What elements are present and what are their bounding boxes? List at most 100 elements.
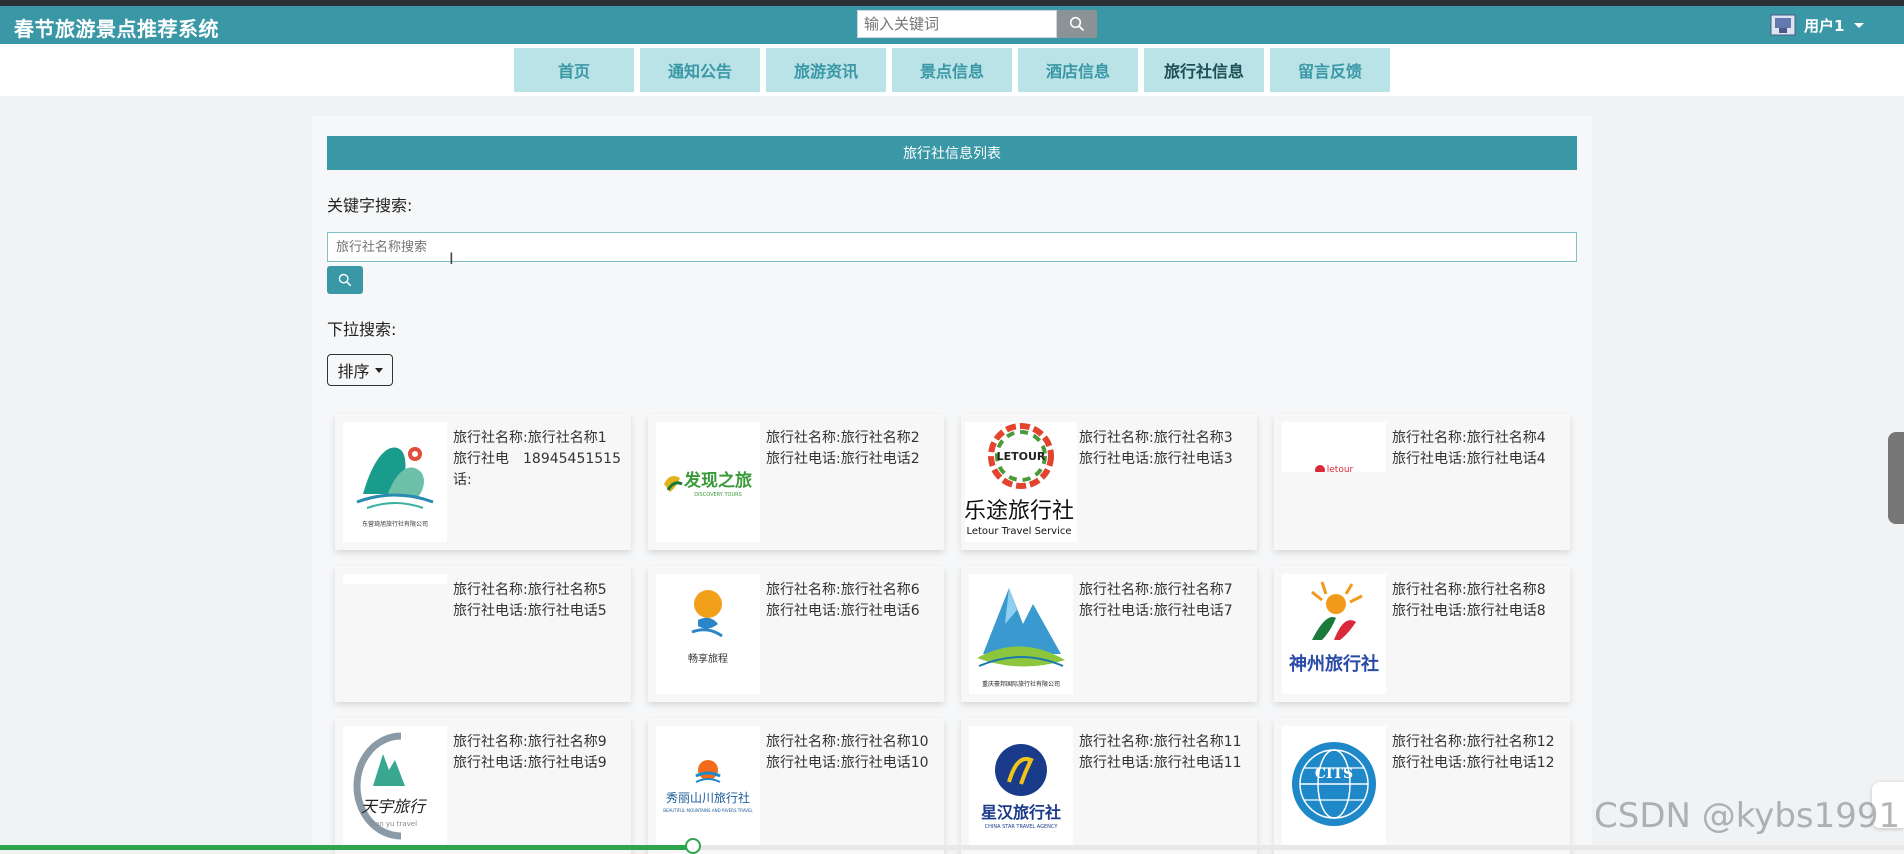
agency-phone: 旅行社电话4 xyxy=(1466,451,1546,467)
agency-name: 旅行社名称6 xyxy=(840,582,920,598)
nav-notices[interactable]: 通知公告 xyxy=(640,48,760,92)
search-button[interactable] xyxy=(327,266,363,294)
user-avatar-icon xyxy=(1770,14,1796,36)
user-menu[interactable]: 用户1 xyxy=(1770,11,1865,39)
agency-name-key: 旅行社名称: xyxy=(1079,430,1154,446)
app-title: 春节旅游景点推荐系统 xyxy=(14,17,219,41)
logo-caption: 东营琦旭旅行社有限公司 xyxy=(362,520,428,528)
agency-card[interactable]: letour 旅行社名称: 旅行社名称4 旅行社电话: 旅行社电话4 xyxy=(1274,414,1570,550)
agency-logo: LETOUR 乐途旅行社 Letour Travel Service xyxy=(965,422,1077,542)
sort-label: 排序 xyxy=(337,362,370,381)
agency-name-key: 旅行社名称: xyxy=(1392,582,1467,598)
agency-name: 旅行社名称12 xyxy=(1466,734,1555,750)
svg-text:DISCOVERY TOURS: DISCOVERY TOURS xyxy=(694,492,742,498)
svg-text:畅享旅程: 畅享旅程 xyxy=(688,652,728,665)
agency-name-key: 旅行社名称: xyxy=(1079,734,1154,750)
agency-card[interactable]: 重庆豪邦国际旅行社有限公司 旅行社名称: 旅行社名称7 旅行社电话: 旅行社电话7 xyxy=(961,566,1257,702)
agency-card[interactable]: 神州旅行社 旅行社名称: 旅行社名称8 旅行社电话: 旅行社电话8 xyxy=(1274,566,1570,702)
logo-caption: CITS xyxy=(1315,766,1353,782)
nav-travel-agencies[interactable]: 旅行社信息 xyxy=(1144,48,1264,92)
agency-name: 旅行社名称8 xyxy=(1466,582,1546,598)
agency-card[interactable]: 天宇旅行 Tian yu travel 旅行社名称: 旅行社名称9 旅行社电话: 旅… xyxy=(335,718,631,854)
svg-text:CHINA STAR TRAVEL AGENCY: CHINA STAR TRAVEL AGENCY xyxy=(985,824,1059,830)
agency-logo: 东营琦旭旅行社有限公司 xyxy=(343,422,447,542)
caret-down-icon xyxy=(374,367,383,373)
logo-caption: 神州旅行社 xyxy=(1289,653,1379,675)
agency-card[interactable]: 东营琦旭旅行社有限公司 旅行社名称: 旅行社名称1 旅行社电话: 189454515… xyxy=(335,414,631,550)
nav-hotels[interactable]: 酒店信息 xyxy=(1018,48,1138,92)
agency-logo: letour xyxy=(1282,422,1386,472)
agency-card[interactable]: LETOUR 乐途旅行社 Letour Travel Service 旅行社名称… xyxy=(961,414,1257,550)
sort-dropdown-button[interactable]: 排序 xyxy=(327,354,393,386)
dropdown-search-label: 下拉搜索: xyxy=(327,320,397,339)
agency-logo xyxy=(343,574,447,584)
agency-card[interactable]: 星汉旅行社 CHINA STAR TRAVEL AGENCY 旅行社名称: 旅行社… xyxy=(961,718,1257,854)
search-icon xyxy=(338,273,352,287)
agency-phone-key: 旅行社电话: xyxy=(1392,451,1467,467)
agency-phone: 18945451515 xyxy=(523,451,621,467)
agency-name-key: 旅行社名称: xyxy=(453,430,528,446)
agency-phone-key: 旅行社电话: xyxy=(766,755,841,771)
header-search-button[interactable] xyxy=(1057,10,1097,38)
agency-name-search-input[interactable] xyxy=(327,232,1577,262)
chevron-down-icon xyxy=(1854,22,1865,28)
agency-phone: 旅行社电话2 xyxy=(840,451,920,467)
agency-logo: 秀丽山川旅行社 BEAUTIFUL MOUNTAINS AND RIVERS T… xyxy=(656,726,760,846)
agency-phone-key: 旅行社电话: xyxy=(453,603,528,619)
watermark: CSDN @kybs1991 xyxy=(1594,796,1901,836)
agency-card[interactable]: 发现之旅 DISCOVERY TOURS 旅行社名称: 旅行社名称2 旅行社电话:… xyxy=(648,414,944,550)
svg-text:BEAUTIFUL MOUNTAINS AND RIVERS: BEAUTIFUL MOUNTAINS AND RIVERS TRAVEL xyxy=(663,808,753,813)
agency-phone: 旅行社电话10 xyxy=(840,755,929,771)
agency-logo: 天宇旅行 Tian yu travel xyxy=(343,726,447,846)
agency-logo: CITS xyxy=(1282,726,1386,846)
agency-name: 旅行社名称10 xyxy=(840,734,929,750)
nav-home[interactable]: 首页 xyxy=(514,48,634,92)
agency-phone: 旅行社电话5 xyxy=(527,603,607,619)
agency-card[interactable]: CITS 旅行社名称: 旅行社名称12 旅行社电话: 旅行社电话12 xyxy=(1274,718,1570,854)
agency-phone-key: 旅行社电话: xyxy=(453,755,528,771)
agency-phone-key: 旅行社电话: xyxy=(766,451,841,467)
agency-phone-key: 旅行社电话: xyxy=(1079,603,1154,619)
header-search-input[interactable] xyxy=(857,10,1057,38)
text-cursor-icon: I xyxy=(449,249,454,268)
agency-phone: 旅行社电话8 xyxy=(1466,603,1546,619)
agency-name-key: 旅行社名称: xyxy=(766,430,841,446)
side-drawer-toggle[interactable] xyxy=(1888,432,1904,524)
agency-name: 旅行社名称2 xyxy=(840,430,920,446)
agency-logo: 重庆豪邦国际旅行社有限公司 xyxy=(969,574,1073,694)
agency-card[interactable]: 畅享旅程 旅行社名称: 旅行社名称6 旅行社电话: 旅行社电话6 xyxy=(648,566,944,702)
agency-phone-key: 旅行社电话: xyxy=(766,603,841,619)
agency-logo: 神州旅行社 xyxy=(1282,574,1386,694)
agency-phone: 旅行社电话6 xyxy=(840,603,920,619)
agency-name-key: 旅行社名称: xyxy=(766,734,841,750)
logo-caption: 天宇旅行 xyxy=(361,797,427,816)
svg-text:Tian yu travel: Tian yu travel xyxy=(368,820,417,828)
logo-caption: 乐途旅行社 xyxy=(965,499,1074,524)
agency-name-key: 旅行社名称: xyxy=(766,582,841,598)
agency-name-key: 旅行社名称: xyxy=(453,582,528,598)
agency-name: 旅行社名称3 xyxy=(1153,430,1233,446)
agency-name: 旅行社名称5 xyxy=(527,582,607,598)
agency-logo: 发现之旅 DISCOVERY TOURS xyxy=(656,422,760,542)
nav-travel-news[interactable]: 旅游资讯 xyxy=(766,48,886,92)
agency-name: 旅行社名称1 xyxy=(527,430,607,446)
video-progress-handle[interactable] xyxy=(685,838,702,854)
nav-attractions[interactable]: 景点信息 xyxy=(892,48,1012,92)
agency-name: 旅行社名称11 xyxy=(1153,734,1242,750)
main-nav: 首页 通知公告 旅游资讯 景点信息 酒店信息 旅行社信息 留言反馈 xyxy=(0,44,1904,96)
agency-logo: 星汉旅行社 CHINA STAR TRAVEL AGENCY xyxy=(969,726,1073,846)
agency-card[interactable]: 旅行社名称: 旅行社名称5 旅行社电话: 旅行社电话5 xyxy=(335,566,631,702)
agency-name-key: 旅行社名称: xyxy=(1079,582,1154,598)
agency-name-key: 旅行社名称: xyxy=(453,734,528,750)
agency-name: 旅行社名称4 xyxy=(1466,430,1546,446)
agency-logo: 畅享旅程 xyxy=(656,574,760,694)
agency-phone: 旅行社电话9 xyxy=(527,755,607,771)
logo-caption: 发现之旅 xyxy=(683,470,752,491)
nav-feedback[interactable]: 留言反馈 xyxy=(1270,48,1390,92)
logo-caption: 重庆豪邦国际旅行社有限公司 xyxy=(982,680,1060,688)
agency-phone: 旅行社电话3 xyxy=(1153,451,1233,467)
agency-card[interactable]: 秀丽山川旅行社 BEAUTIFUL MOUNTAINS AND RIVERS T… xyxy=(648,718,944,854)
agency-name-key: 旅行社名称: xyxy=(1392,734,1467,750)
agency-phone-key: 旅行社电话: xyxy=(1392,755,1467,771)
panel-title: 旅行社信息列表 xyxy=(327,136,1577,170)
